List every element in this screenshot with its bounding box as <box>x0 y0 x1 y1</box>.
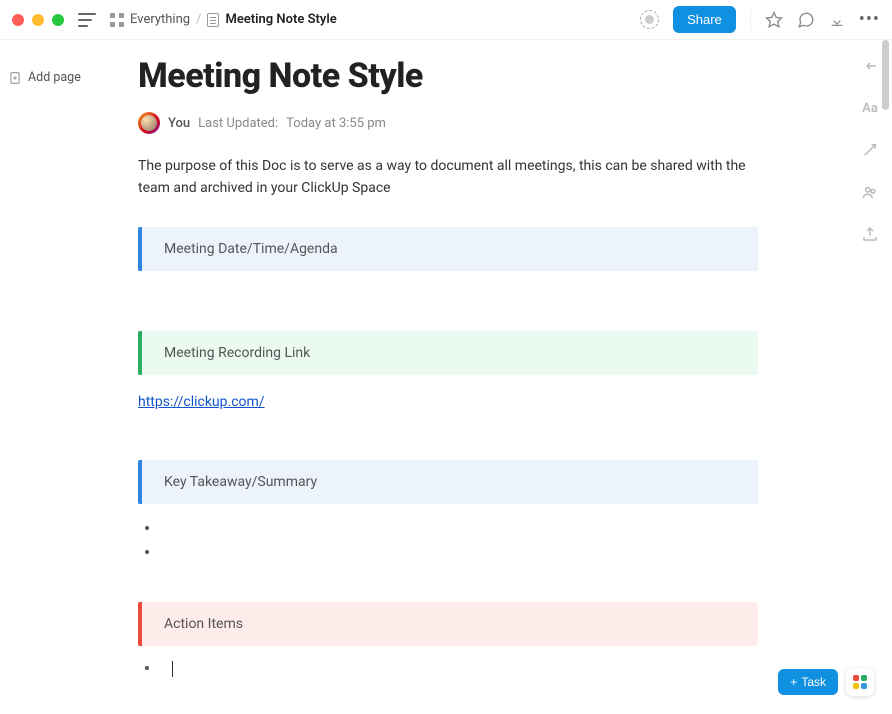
action-items-list[interactable] <box>138 660 758 682</box>
add-page-label: Add page <box>28 70 81 85</box>
more-icon[interactable]: ••• <box>859 9 880 30</box>
content-inner: Meeting Note Style You Last Updated: Tod… <box>138 40 758 682</box>
star-icon[interactable] <box>765 11 783 29</box>
magic-icon[interactable] <box>860 140 880 160</box>
sidebar: Add page <box>0 40 100 714</box>
task-button[interactable]: + Task <box>778 669 838 695</box>
recording-link[interactable]: https://clickup.com/ <box>138 394 265 410</box>
layout: Add page Meeting Note Style You Last Upd… <box>0 40 892 714</box>
minimize-window-button[interactable] <box>32 14 44 26</box>
maximize-window-button[interactable] <box>52 14 64 26</box>
right-tools: Aa <box>860 56 880 244</box>
takeaway-list[interactable] <box>138 520 758 566</box>
bottom-actions: + Task <box>778 668 874 696</box>
banner-key-takeaway[interactable]: Key Takeaway/Summary <box>138 460 758 504</box>
text-cursor <box>172 661 173 677</box>
grid-icon <box>110 13 124 27</box>
list-item[interactable] <box>160 660 758 682</box>
scrollbar-thumb[interactable] <box>882 40 889 110</box>
indent-icon[interactable] <box>860 56 880 76</box>
collaborators-icon[interactable] <box>860 182 880 202</box>
list-item[interactable] <box>160 544 758 566</box>
task-label: Task <box>801 675 826 689</box>
breadcrumb-separator: / <box>196 12 201 27</box>
divider <box>750 9 751 31</box>
topbar-right: Share ••• <box>640 6 880 33</box>
settings-icon[interactable] <box>640 10 659 29</box>
apps-button[interactable] <box>846 668 874 696</box>
plus-icon: + <box>790 675 797 689</box>
close-window-button[interactable] <box>12 14 24 26</box>
list-item[interactable] <box>160 520 758 542</box>
topbar: Everything / Meeting Note Style Share ••… <box>0 0 892 40</box>
intro-text[interactable]: The purpose of this Doc is to serve as a… <box>138 156 758 199</box>
font-icon[interactable]: Aa <box>860 98 880 118</box>
export-icon[interactable] <box>860 224 880 244</box>
meta-updated-time: Today at 3:55 pm <box>286 116 386 131</box>
comment-icon[interactable] <box>797 11 815 29</box>
add-page-icon <box>8 71 22 85</box>
breadcrumb-current[interactable]: Meeting Note Style <box>225 12 336 27</box>
add-page-button[interactable]: Add page <box>8 70 92 85</box>
collapse-icon[interactable] <box>829 12 845 28</box>
page-title[interactable]: Meeting Note Style <box>138 56 758 96</box>
meta-author: You <box>168 116 190 131</box>
banner-meeting-date[interactable]: Meeting Date/Time/Agenda <box>138 227 758 271</box>
banner-recording-link[interactable]: Meeting Recording Link <box>138 331 758 375</box>
avatar[interactable] <box>138 112 160 134</box>
scrollbar[interactable] <box>882 40 889 714</box>
window-controls <box>12 14 64 26</box>
meta-updated-label: Last Updated: <box>198 116 278 131</box>
breadcrumb-root[interactable]: Everything <box>130 12 190 27</box>
doc-icon <box>207 13 219 27</box>
banner-action-items[interactable]: Action Items <box>138 602 758 646</box>
apps-grid-icon <box>853 675 867 689</box>
meta-row: You Last Updated: Today at 3:55 pm <box>138 112 758 134</box>
menu-icon[interactable] <box>78 13 96 27</box>
share-button[interactable]: Share <box>673 6 736 33</box>
breadcrumb: Everything / Meeting Note Style <box>110 12 337 27</box>
content-area: Meeting Note Style You Last Updated: Tod… <box>100 40 892 714</box>
